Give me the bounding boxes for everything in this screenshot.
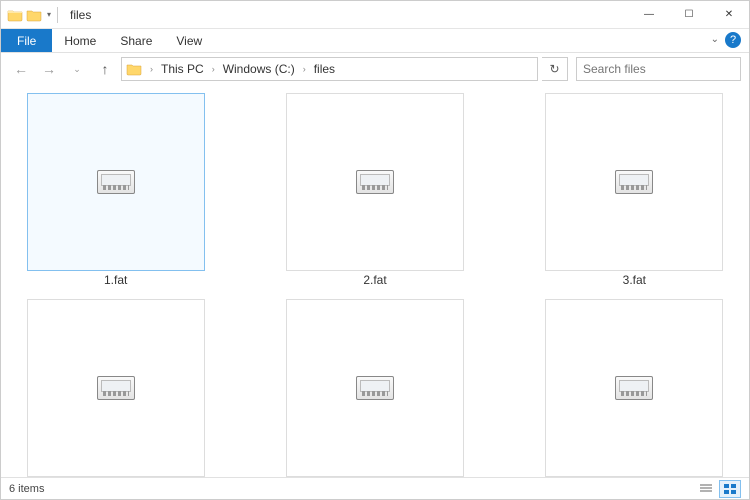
file-thumbnail (545, 299, 723, 477)
nav-up-button[interactable]: ↑ (93, 57, 117, 81)
fat-file-icon (97, 376, 135, 400)
close-button[interactable]: ✕ (709, 1, 749, 29)
ribbon-tabs: File Home Share View ⌄ ? (1, 29, 749, 53)
breadcrumb-chevron[interactable]: › (299, 64, 310, 74)
breadcrumb-drive[interactable]: Windows (C:) (219, 58, 299, 80)
help-icon[interactable]: ? (725, 32, 741, 48)
view-details-button[interactable] (695, 480, 717, 498)
fat-file-icon (615, 376, 653, 400)
breadcrumb-this-pc[interactable]: This PC (157, 58, 208, 80)
file-grid: 1.fat 2.fat 3.fat 4.fat 5.fat 6.fat (1, 85, 749, 477)
file-item[interactable]: 5.fat (270, 299, 479, 477)
breadcrumb-chevron[interactable]: › (208, 64, 219, 74)
tab-home[interactable]: Home (52, 29, 108, 52)
view-thumbnails-button[interactable] (719, 480, 741, 498)
tab-share[interactable]: Share (108, 29, 164, 52)
file-item[interactable]: 3.fat (530, 93, 739, 287)
file-item[interactable]: 4.fat (11, 299, 220, 477)
status-item-count: 6 items (9, 483, 44, 495)
minimize-button[interactable]: — (629, 1, 669, 29)
file-item[interactable]: 2.fat (270, 93, 479, 287)
file-thumbnail (286, 299, 464, 477)
search-input[interactable] (576, 57, 741, 81)
qat-separator (57, 7, 58, 23)
fat-file-icon (356, 376, 394, 400)
file-thumbnail (286, 93, 464, 271)
titlebar: ▾ files — ☐ ✕ (1, 1, 749, 29)
nav-back-button[interactable]: ← (9, 57, 33, 81)
status-bar: 6 items (1, 477, 749, 499)
nav-recent-button[interactable]: ⌄ (65, 57, 89, 81)
address-bar[interactable]: › This PC › Windows (C:) › files (121, 57, 538, 81)
qat-dropdown-icon[interactable]: ▾ (47, 10, 51, 19)
address-row: ← → ⌄ ↑ › This PC › Windows (C:) › files… (1, 53, 749, 85)
file-thumbnail (27, 299, 205, 477)
file-item[interactable]: 6.fat (530, 299, 739, 477)
file-thumbnail (545, 93, 723, 271)
tab-view[interactable]: View (164, 29, 214, 52)
file-thumbnail (27, 93, 205, 271)
fat-file-icon (356, 170, 394, 194)
file-item[interactable]: 1.fat (11, 93, 220, 287)
file-label: 3.fat (623, 273, 646, 287)
breadcrumb-chevron[interactable]: › (146, 64, 157, 74)
address-folder-icon (126, 62, 142, 76)
qat-folder-icon[interactable] (26, 8, 42, 22)
nav-forward-button[interactable]: → (37, 57, 61, 81)
ribbon-expand-icon[interactable]: ⌄ (711, 34, 719, 45)
window-title: files (70, 8, 91, 22)
file-label: 1.fat (104, 273, 127, 287)
file-label: 2.fat (363, 273, 386, 287)
tab-file[interactable]: File (1, 29, 52, 52)
breadcrumb-folder[interactable]: files (310, 58, 339, 80)
fat-file-icon (615, 170, 653, 194)
maximize-button[interactable]: ☐ (669, 1, 709, 29)
fat-file-icon (97, 170, 135, 194)
app-folder-icon (7, 8, 23, 22)
refresh-button[interactable]: ↻ (542, 57, 568, 81)
